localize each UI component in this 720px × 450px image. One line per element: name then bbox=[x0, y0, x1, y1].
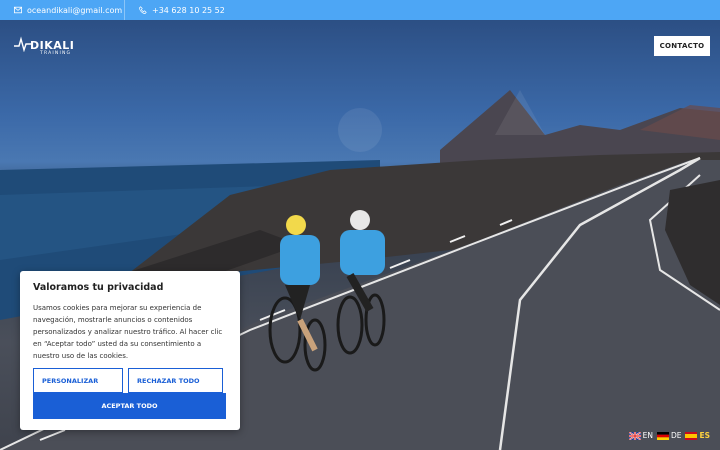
customize-button[interactable]: PERSONALIZAR bbox=[33, 368, 123, 393]
phone-text: +34 628 10 25 52 bbox=[152, 5, 225, 15]
logo-subtitle: TRAINING bbox=[40, 51, 72, 56]
top-contact-bar: oceandikali@gmail.com +34 628 10 25 52 bbox=[0, 0, 720, 20]
contact-button[interactable]: CONTACTO bbox=[654, 36, 710, 56]
accept-all-button[interactable]: ACEPTAR TODO bbox=[33, 393, 226, 419]
language-en-label: EN bbox=[642, 431, 653, 440]
email-link[interactable]: oceandikali@gmail.com bbox=[0, 0, 124, 20]
cookie-consent-dialog: Valoramos tu privacidad Usamos cookies p… bbox=[20, 271, 240, 430]
reject-all-button[interactable]: RECHAZAR TODO bbox=[128, 368, 223, 393]
cookie-button-row: PERSONALIZAR RECHAZAR TODO bbox=[33, 368, 223, 393]
brand-logo[interactable]: DIKALI TRAINING bbox=[14, 32, 74, 60]
spain-flag-icon bbox=[685, 431, 698, 440]
language-de-label: DE bbox=[670, 431, 682, 440]
phone-icon bbox=[139, 6, 147, 14]
uk-flag-icon bbox=[628, 431, 641, 440]
cookie-body: Usamos cookies para mejorar su experienc… bbox=[33, 304, 223, 360]
language-de[interactable]: DE bbox=[656, 431, 682, 440]
germany-flag-icon bbox=[656, 431, 669, 440]
phone-link[interactable]: +34 628 10 25 52 bbox=[125, 0, 225, 20]
language-es-label: ES bbox=[699, 431, 710, 440]
email-text: oceandikali@gmail.com bbox=[27, 5, 123, 15]
language-switcher: EN DE ES bbox=[628, 431, 710, 440]
envelope-icon bbox=[14, 6, 22, 14]
language-en[interactable]: EN bbox=[628, 431, 653, 440]
cookie-title: Valoramos tu privacidad bbox=[33, 282, 164, 293]
language-es[interactable]: ES bbox=[685, 431, 710, 440]
